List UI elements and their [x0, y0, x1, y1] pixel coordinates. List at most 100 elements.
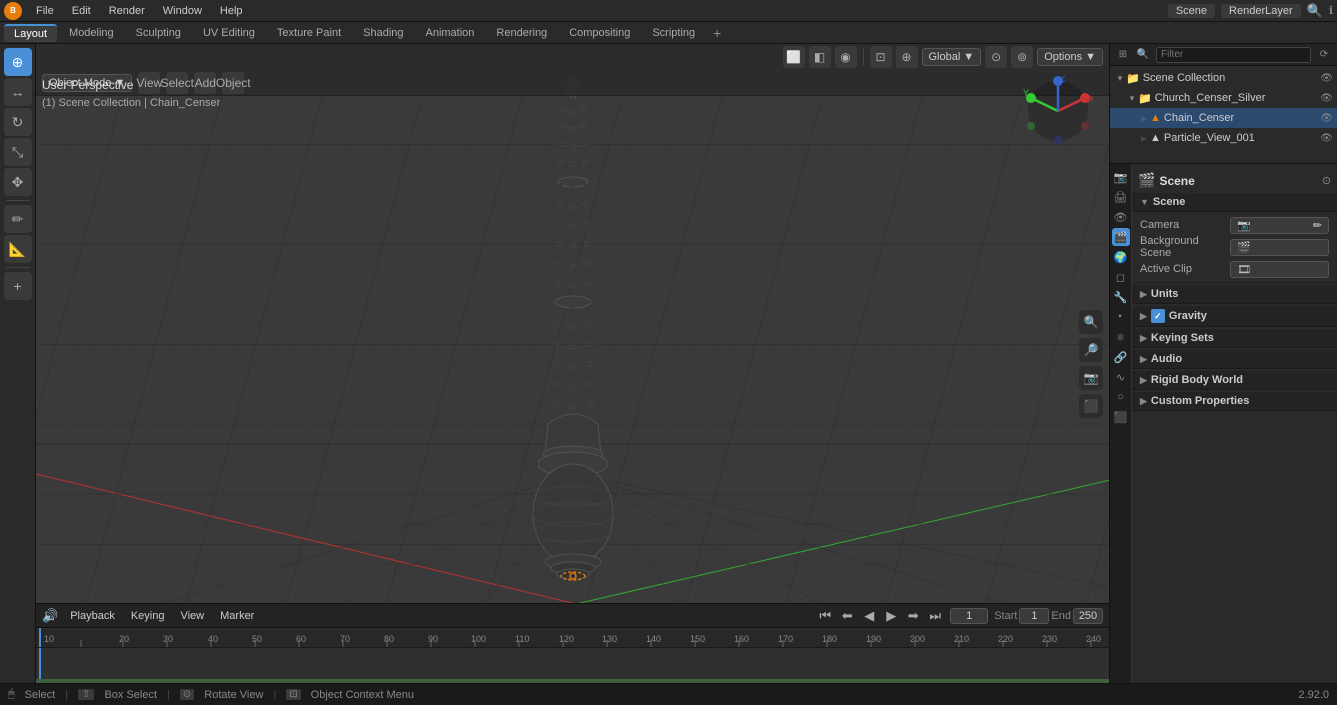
snap-btn[interactable]: ⊙	[985, 46, 1007, 68]
output-props-tab[interactable]: 🖨	[1112, 188, 1130, 206]
tree-row-chain-censer[interactable]: ▶ ▲ Chain_Censer 👁	[1110, 108, 1337, 128]
tree-row-scene-collection[interactable]: ▼ 📁 Scene Collection 👁	[1110, 68, 1337, 88]
info-icon[interactable]: ℹ	[1329, 4, 1333, 17]
scene-collection-label: Scene Collection	[1143, 72, 1321, 84]
measure-tool-btn[interactable]: 📐	[4, 235, 32, 263]
tab-modeling[interactable]: Modeling	[59, 25, 124, 41]
tab-rendering[interactable]: Rendering	[486, 25, 557, 41]
outliner-search-input[interactable]	[1156, 47, 1311, 63]
scene-section-collapse[interactable]: ▼ Scene	[1132, 193, 1337, 212]
camera-prop-edit-icon[interactable]: ✏	[1313, 219, 1322, 232]
keying-sets-section-collapse[interactable]: ▶ Keying Sets	[1132, 329, 1337, 348]
add-object-btn[interactable]: +	[4, 272, 32, 300]
play-reverse-btn[interactable]: ◀	[860, 607, 878, 625]
annotate-tool-btn[interactable]: ✏	[4, 205, 32, 233]
outliner-filter-icon[interactable]: ⊞	[1114, 46, 1132, 64]
move-tool-btn[interactable]: ↔	[4, 78, 32, 106]
tab-sculpting[interactable]: Sculpting	[126, 25, 191, 41]
playback-menu-btn[interactable]: Playback	[66, 608, 119, 624]
tab-uv-editing[interactable]: UV Editing	[193, 25, 265, 41]
menu-help[interactable]: Help	[212, 4, 251, 18]
rigid-body-section-collapse[interactable]: ▶ Rigid Body World	[1132, 371, 1337, 390]
tree-row-church-censer[interactable]: ▼ 📁 Church_Censer_Silver 👁	[1110, 88, 1337, 108]
texture-props-tab[interactable]: ⬛	[1112, 408, 1130, 426]
viewport-shade-solid[interactable]: ⬜	[783, 46, 805, 68]
view-props-tab[interactable]: 👁	[1112, 208, 1130, 226]
transform-global-dropdown[interactable]: Global ▼	[922, 48, 982, 66]
menu-edit[interactable]: Edit	[64, 4, 99, 18]
timeline-controls: ⏮ ⬅ ◀ ▶ ➡ ⏭ Start End	[816, 607, 1103, 625]
tab-layout[interactable]: Layout	[4, 24, 57, 42]
frame-current-input[interactable]	[950, 608, 988, 624]
cursor-tool-btn[interactable]: ⊕	[4, 48, 32, 76]
camera-prop-value[interactable]: 📷 ✏	[1230, 217, 1329, 234]
view-menu-btn[interactable]: View	[176, 608, 208, 624]
particles-props-tab[interactable]: ·	[1112, 308, 1130, 326]
viewport-object-menu[interactable]: Object	[222, 72, 244, 94]
timeline-ruler[interactable]: 10 20 30 40 50 60 70 80 90 100 110 120 1…	[36, 628, 1109, 648]
menu-file[interactable]: File	[28, 4, 62, 18]
camera-value-icon: 📷	[1237, 219, 1251, 232]
visibility-icon-chain[interactable]: 👁	[1320, 113, 1333, 124]
vp-zoom-in[interactable]: 🔍	[1079, 310, 1103, 334]
tab-scripting[interactable]: Scripting	[642, 25, 705, 41]
vp-zoom-out[interactable]: 🔎	[1079, 338, 1103, 362]
jump-start-btn[interactable]: ⏮	[816, 607, 834, 625]
scene-props-tab[interactable]: 🎬	[1112, 228, 1130, 246]
viewport-shade-material[interactable]: ◧	[809, 46, 831, 68]
world-props-tab[interactable]: 🌍	[1112, 248, 1130, 266]
audio-section-collapse[interactable]: ▶ Audio	[1132, 350, 1337, 369]
tab-compositing[interactable]: Compositing	[559, 25, 640, 41]
outliner-search-icon[interactable]: 🔍	[1134, 46, 1152, 64]
active-clip-prop-value[interactable]: 🎞	[1230, 261, 1329, 278]
proportional-btn[interactable]: ⊚	[1011, 46, 1033, 68]
data-props-tab[interactable]: ∿	[1112, 368, 1130, 386]
outliner-sync-icon[interactable]: ⟳	[1315, 46, 1333, 64]
jump-next-keyframe-btn[interactable]: ➡	[904, 607, 922, 625]
add-workspace-button[interactable]: +	[707, 23, 727, 43]
viewport-3d[interactable]: Object Mode ▼ View Select Add Object ⬜ ◧…	[36, 44, 1109, 683]
constraints-props-tab[interactable]: 🔗	[1112, 348, 1130, 366]
transform-tool-btn[interactable]: ✥	[4, 168, 32, 196]
frame-position-marker	[39, 648, 41, 683]
jump-prev-keyframe-btn[interactable]: ⬅	[838, 607, 856, 625]
options-dropdown[interactable]: Options ▼	[1037, 48, 1103, 66]
viewport-shade-rendered[interactable]: ◉	[835, 46, 857, 68]
keying-menu-btn[interactable]: Keying	[127, 608, 169, 624]
play-btn[interactable]: ▶	[882, 607, 900, 625]
frame-end-input[interactable]	[1073, 608, 1103, 624]
orientation-gizmo[interactable]: X Y Z	[1023, 76, 1093, 146]
object-props-tab[interactable]: ◻	[1112, 268, 1130, 286]
rotate-tool-btn[interactable]: ↻	[4, 108, 32, 136]
menu-render[interactable]: Render	[101, 4, 153, 18]
visibility-icon-cc[interactable]: 👁	[1320, 93, 1333, 104]
custom-props-section-collapse[interactable]: ▶ Custom Properties	[1132, 392, 1337, 411]
vp-camera-view[interactable]: 📷	[1079, 366, 1103, 390]
tab-texture-paint[interactable]: Texture Paint	[267, 25, 351, 41]
scale-tool-btn[interactable]: ⤡	[4, 138, 32, 166]
timeline-content-area[interactable]	[36, 648, 1109, 683]
render-props-tab[interactable]: 📷	[1112, 168, 1130, 186]
units-section-collapse[interactable]: ▶ Units	[1132, 285, 1337, 304]
physics-props-tab[interactable]: ⚛	[1112, 328, 1130, 346]
tab-shading[interactable]: Shading	[353, 25, 413, 41]
vp-render-view[interactable]: ⬛	[1079, 394, 1103, 418]
marker-menu-btn[interactable]: Marker	[216, 608, 258, 624]
search-icon[interactable]: 🔍	[1307, 3, 1323, 19]
tree-row-particle-view[interactable]: ▶ ▲ Particle_View_001 👁	[1110, 128, 1337, 148]
viewport-gizmo-btn[interactable]: ⊕	[896, 46, 918, 68]
frame-start-input[interactable]	[1019, 608, 1049, 624]
viewport-overlay-btn[interactable]: ⊡	[870, 46, 892, 68]
modifier-props-tab[interactable]: 🔧	[1112, 288, 1130, 306]
gravity-checkbox[interactable]: ✓	[1151, 309, 1165, 323]
tab-animation[interactable]: Animation	[416, 25, 485, 41]
scene-options-icon[interactable]: ⊙	[1322, 174, 1331, 187]
material-props-tab[interactable]: ○	[1112, 388, 1130, 406]
bg-scene-prop-value[interactable]: 🎬	[1230, 239, 1329, 256]
jump-end-btn[interactable]: ⏭	[926, 607, 944, 625]
menu-window[interactable]: Window	[155, 4, 210, 18]
visibility-icon-sc[interactable]: 👁	[1320, 73, 1333, 84]
visibility-icon-pv[interactable]: 👁	[1320, 133, 1333, 144]
gravity-section-collapse[interactable]: ▶ ✓ Gravity	[1132, 306, 1337, 327]
chain-censer-mesh-icon: ▲	[1150, 112, 1161, 124]
